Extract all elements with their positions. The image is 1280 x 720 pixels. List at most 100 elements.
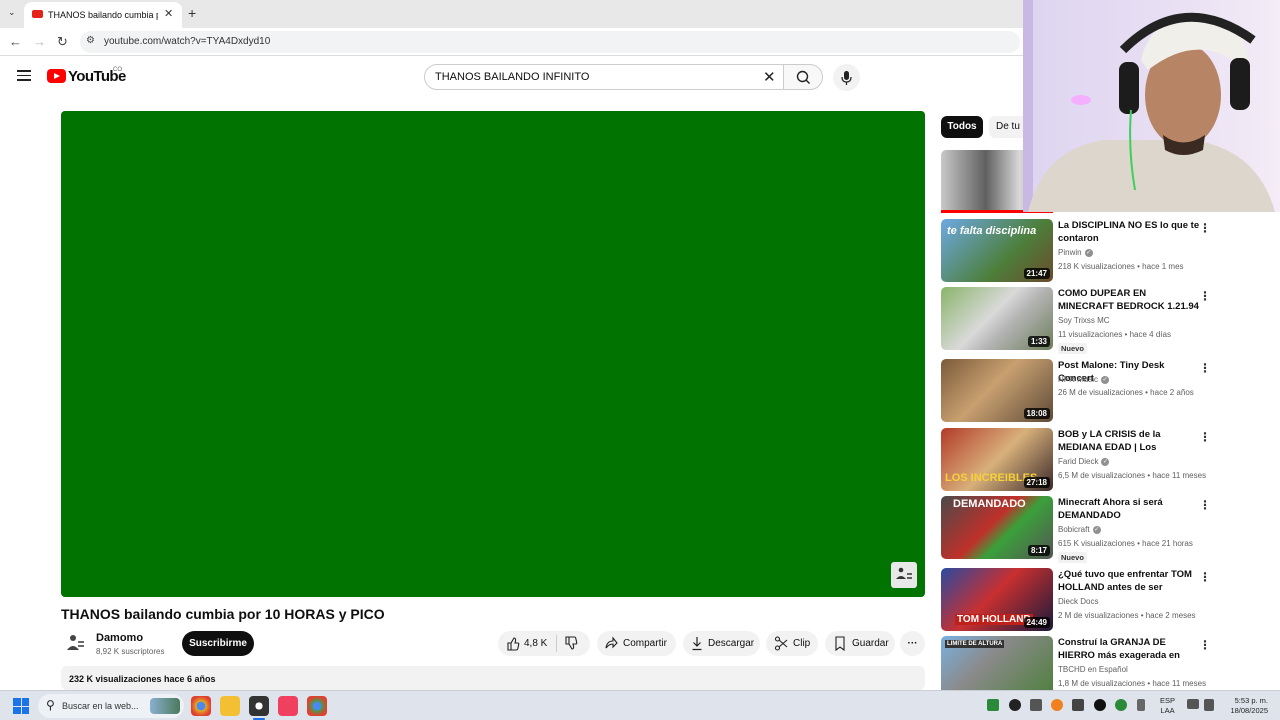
channel-name[interactable]: Damomo <box>96 632 143 644</box>
save-button[interactable]: Guardar <box>825 631 895 656</box>
music-app-icon[interactable] <box>278 696 298 716</box>
new-tab-plus-icon[interactable]: + <box>188 5 196 21</box>
channel-name[interactable]: Dieck Docs <box>1058 597 1098 606</box>
video-title[interactable]: BOB y LA CRISIS de la MEDIANA EDAD | Los… <box>1058 428 1200 454</box>
channel-name[interactable]: Farid Dieck ✓ <box>1058 457 1110 466</box>
player-overlay-badge[interactable] <box>891 562 917 588</box>
obs-studio-icon[interactable] <box>249 696 269 716</box>
like-button[interactable] <box>506 631 520 666</box>
channel-name[interactable]: Bobicraft ✓ <box>1058 525 1101 534</box>
description-box[interactable]: 232 K visualizaciones hace 6 años <box>61 666 925 690</box>
video-thumbnail[interactable]: LOS INCREIBLES 27:18 <box>941 428 1053 491</box>
share-label: Compartir <box>623 638 667 649</box>
more-vertical-icon[interactable]: ⋮ <box>1199 221 1211 235</box>
download-button[interactable]: Descargar <box>683 631 760 656</box>
thumbnail-text: DEMANDADO <box>953 498 1026 510</box>
hamburger-menu-icon[interactable] <box>17 70 31 81</box>
microphone-tray-icon[interactable] <box>1137 699 1145 711</box>
chrome-profile-icon[interactable] <box>307 696 327 716</box>
close-tab-icon[interactable]: ✕ <box>164 7 173 20</box>
recommended-video[interactable]: DEMANDADO 8:17 Minecraft Ahora si será D… <box>941 496 1221 563</box>
channel-name[interactable]: Pinwin ✓ <box>1058 248 1093 257</box>
thumbs-down-icon <box>565 636 578 650</box>
upload-date: hace 6 años <box>164 674 216 684</box>
channel-name-text: NPR Music <box>1058 375 1099 384</box>
video-title[interactable]: Construí la GRANJA DE HIERRO más exagera… <box>1058 636 1200 662</box>
address-bar[interactable]: ⚙ youtube.com/watch?v=TYA4Dxdyd10 <box>80 31 1020 53</box>
clear-search-icon[interactable]: ✕ <box>763 68 776 86</box>
tray-app-icon[interactable] <box>1072 699 1084 711</box>
taskbar-search-placeholder: Buscar en la web... <box>62 701 139 711</box>
chip-all[interactable]: Todos <box>941 116 983 138</box>
network-icon[interactable] <box>1187 699 1199 709</box>
browser-tab-active[interactable]: THANOS bailando cumbia por 10 HORAS y PI… <box>24 2 182 28</box>
language-indicator[interactable]: ESP LAA <box>1160 696 1175 716</box>
like-count[interactable]: 4,8 K <box>524 631 547 656</box>
forward-arrow-icon[interactable]: → <box>33 34 46 49</box>
tray-app-icon[interactable] <box>1009 699 1021 711</box>
windows-taskbar: ⚲ Buscar en la web... ESP LAA 5:53 p. m.… <box>0 690 1280 720</box>
recommended-video[interactable]: te falta disciplina 21:47 La DISCIPLINA … <box>941 219 1221 285</box>
share-button[interactable]: Compartir <box>597 631 676 656</box>
channel-name[interactable]: TBCHD en Español <box>1058 665 1128 674</box>
tab-title: THANOS bailando cumbia por 10 HORAS y PI… <box>48 10 158 20</box>
verified-check-icon: ✓ <box>1101 375 1110 384</box>
subscribe-button[interactable]: Suscribirme <box>182 631 254 656</box>
video-meta: 218 K visualizaciones • hace 1 mes <box>1058 262 1184 271</box>
more-vertical-icon[interactable]: ⋮ <box>1199 498 1211 512</box>
video-thumbnail[interactable]: LIMITE DE ALTURA <box>941 636 1053 690</box>
more-vertical-icon[interactable]: ⋮ <box>1199 361 1211 375</box>
back-arrow-icon[interactable]: ← <box>9 34 22 49</box>
youtube-logo-icon[interactable] <box>47 69 66 83</box>
video-meta: 1,8 M de visualizaciones • hace 11 meses <box>1058 679 1207 688</box>
reload-icon[interactable]: ↻ <box>57 34 68 50</box>
more-actions-button[interactable]: ··· <box>900 631 925 656</box>
more-vertical-icon[interactable]: ⋮ <box>1199 289 1211 303</box>
site-info-icon[interactable]: ⚙ <box>86 35 95 46</box>
voice-search-button[interactable] <box>833 64 860 91</box>
more-vertical-icon[interactable]: ⋮ <box>1199 638 1211 652</box>
file-explorer-icon[interactable] <box>220 696 240 716</box>
system-clock[interactable]: 5:53 p. m. 18/08/2025 <box>1224 696 1268 716</box>
recommended-video[interactable]: 1:33 COMO DUPEAR EN MINECRAFT BEDROCK 1.… <box>941 287 1221 354</box>
video-thumbnail[interactable]: DEMANDADO 8:17 <box>941 496 1053 559</box>
video-thumbnail[interactable]: TOM HOLLAND 24:49 <box>941 568 1053 631</box>
clip-button[interactable]: Clip <box>766 631 818 656</box>
video-meta: 26 M de visualizaciones • hace 2 años <box>1058 388 1194 397</box>
subscriber-count: 8,92 K suscriptores <box>96 647 165 656</box>
windows-start-icon[interactable] <box>13 698 29 714</box>
taskbar-search-box[interactable]: ⚲ Buscar en la web... <box>38 694 184 718</box>
channel-name[interactable]: NPR Music ✓ <box>1058 375 1110 384</box>
more-vertical-icon[interactable]: ⋮ <box>1199 430 1211 444</box>
video-thumbnail[interactable]: 18:08 <box>941 359 1053 422</box>
tray-app-icon[interactable] <box>1030 699 1042 711</box>
tab-list-chevron-icon[interactable]: ⌄ <box>8 7 16 18</box>
tray-app-icon[interactable] <box>987 699 999 711</box>
video-thumbnail[interactable]: 1:33 <box>941 287 1053 350</box>
search-button[interactable] <box>783 64 823 90</box>
save-label: Guardar <box>852 638 889 649</box>
video-player[interactable] <box>61 111 925 597</box>
recommended-video[interactable]: LOS INCREIBLES 27:18 BOB y LA CRISIS de … <box>941 428 1221 494</box>
channel-avatar[interactable] <box>65 633 85 653</box>
volume-icon[interactable] <box>1204 699 1214 711</box>
tray-app-icon[interactable] <box>1094 699 1106 711</box>
video-thumbnail[interactable]: te falta disciplina 21:47 <box>941 219 1053 282</box>
search-query: THANOS BAILANDO INFINITO <box>435 71 590 83</box>
channel-avatar-icon <box>67 635 84 650</box>
recommended-video[interactable]: 18:08 Post Malone: Tiny Desk Concert NPR… <box>941 359 1221 425</box>
video-title[interactable]: La DISCIPLINA NO ES lo que te contaron <box>1058 219 1200 245</box>
recommended-video[interactable]: LIMITE DE ALTURA Construí la GRANJA DE H… <box>941 636 1221 690</box>
dislike-button[interactable] <box>564 631 578 666</box>
tray-app-icon[interactable] <box>1051 699 1063 711</box>
more-vertical-icon[interactable]: ⋮ <box>1199 570 1211 584</box>
video-title[interactable]: COMO DUPEAR EN MINECRAFT BEDROCK 1.21.94… <box>1058 287 1200 313</box>
recommended-video[interactable]: TOM HOLLAND 24:49 ¿Qué tuvo que enfrenta… <box>941 568 1221 634</box>
video-title[interactable]: ¿Qué tuvo que enfrentar TOM HOLLAND ante… <box>1058 568 1200 594</box>
tray-app-icon[interactable] <box>1115 699 1127 711</box>
search-input[interactable]: THANOS BAILANDO INFINITO ✕ <box>424 64 784 90</box>
video-meta: 2 M de visualizaciones • hace 2 meses <box>1058 611 1196 620</box>
channel-name[interactable]: Soy Trixss MC <box>1058 316 1110 325</box>
chrome-app-icon[interactable] <box>191 696 211 716</box>
video-title[interactable]: Minecraft Ahora si será DEMANDADO <box>1058 496 1200 522</box>
